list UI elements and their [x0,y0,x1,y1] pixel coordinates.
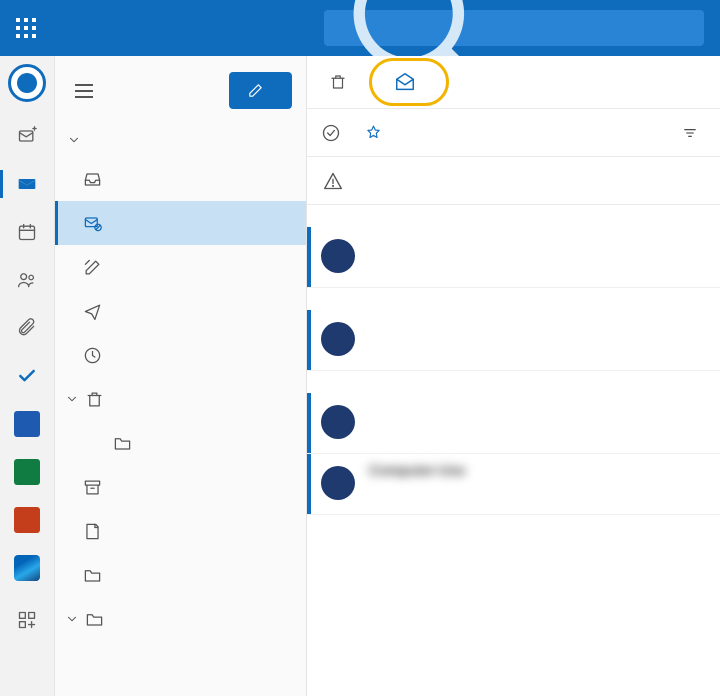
message-list-pane: Computer-Use [307,56,720,696]
message-item[interactable] [307,227,720,288]
calendar-icon [17,222,37,242]
message-item[interactable]: Computer-Use [307,454,720,515]
folder-untitled[interactable] [55,421,306,465]
folder-junk-email[interactable] [55,201,306,245]
rail-more-apps[interactable] [0,596,54,644]
rail-todo[interactable] [0,352,54,400]
onedrive-app-icon[interactable] [14,555,40,581]
folder-drafts[interactable] [55,245,306,289]
filter-icon [682,125,698,141]
avatar [321,239,355,273]
outlook-logo-icon[interactable] [8,64,46,102]
folder-icon [113,434,132,453]
folder-sent-items[interactable] [55,289,306,333]
folder-archive[interactable] [55,465,306,509]
inbox-icon [83,170,102,189]
group-header [307,205,720,227]
grid-add-icon [17,610,37,630]
list-header [307,109,720,157]
chevron-down-icon [65,612,79,626]
avatar [321,405,355,439]
folder-notes[interactable] [55,509,306,553]
app-rail [0,56,55,696]
folder-inbox[interactable] [55,157,306,201]
folder-deleted-items[interactable] [55,377,306,421]
trash-icon [329,73,347,91]
rail-people[interactable] [0,256,54,304]
folder-snoozed[interactable] [55,333,306,377]
folder-graveyard[interactable] [55,597,306,641]
people-icon [17,270,37,290]
chevron-down-icon [67,133,81,147]
excel-app-icon[interactable] [14,459,40,485]
group-header [307,371,720,393]
undo-button[interactable] [459,76,475,88]
checkmark-icon [17,366,37,386]
mail-icon [17,174,37,194]
archive-icon [83,478,102,497]
clock-icon [83,346,102,365]
search-input[interactable] [520,19,690,37]
powerpoint-app-icon[interactable] [14,507,40,533]
avatar [321,466,355,500]
folder-icon [85,610,104,629]
folders-header[interactable] [55,123,306,157]
folder-conversation-history[interactable] [55,553,306,597]
compose-icon [247,82,264,99]
paperclip-icon [17,318,37,338]
trash-icon [85,390,104,409]
filter-button[interactable] [682,125,706,141]
word-app-icon[interactable] [14,411,40,437]
message-item[interactable] [307,310,720,371]
mark-all-as-read-button[interactable] [369,58,449,106]
info-banner [307,157,720,205]
rail-mail-compose[interactable] [0,112,54,160]
toolbar [307,56,720,109]
chevron-down-icon [65,392,79,406]
rail-files[interactable] [0,304,54,352]
search-box[interactable] [324,10,704,46]
new-message-button[interactable] [229,72,292,109]
warning-icon [323,171,343,191]
folder-pane [55,56,307,696]
rail-calendar[interactable] [0,208,54,256]
select-all-icon[interactable] [321,123,341,143]
app-launcher-icon[interactable] [16,18,36,38]
titlebar [0,0,720,56]
hamburger-icon[interactable] [75,84,93,98]
empty-folder-button[interactable] [321,67,363,97]
mail-new-icon [17,126,37,146]
junk-icon [83,214,102,233]
rail-mail[interactable] [0,160,54,208]
group-header [307,288,720,310]
star-icon[interactable] [365,124,382,141]
note-icon [83,522,102,541]
drafts-icon [83,258,102,277]
folder-icon [83,566,102,585]
avatar [321,322,355,356]
message-item[interactable] [307,393,720,454]
mail-open-icon [394,71,416,93]
sent-icon [83,302,102,321]
